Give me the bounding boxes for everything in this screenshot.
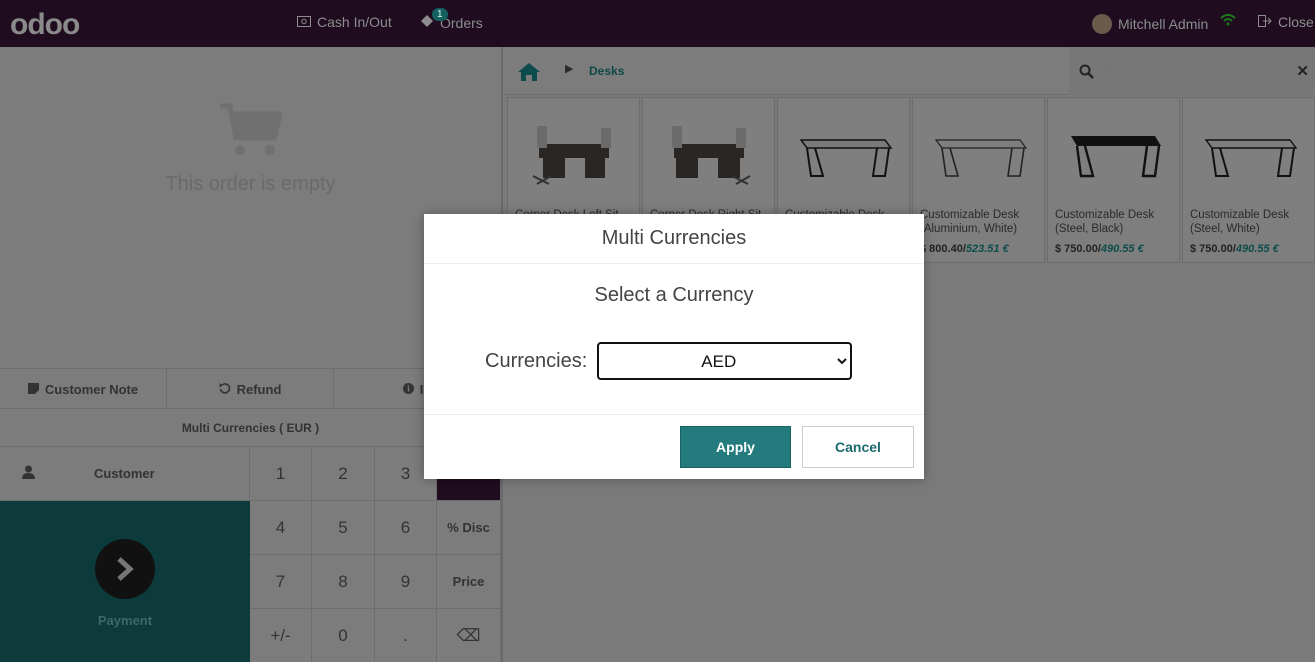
product-name: Customizable Desk (Aluminium, White) xyxy=(920,209,1020,235)
customer-note-label: Customer Note xyxy=(44,381,139,397)
empty-order-text: This order is empty xyxy=(165,173,336,195)
cancel-button[interactable]: Cancel xyxy=(802,426,914,468)
breadcrumb: ▶ Desks ✕ xyxy=(503,47,1315,95)
numpad: 1 2 3 4 5 6 % Disc 7 8 9 Price +/- 0 . ⌫ xyxy=(250,447,501,662)
numpad-key-1[interactable]: 1 xyxy=(250,447,312,501)
product-image xyxy=(793,104,895,200)
numpad-price-mode[interactable]: Price xyxy=(437,555,501,609)
close-button[interactable]: Close xyxy=(1258,14,1314,30)
numpad-key-0[interactable]: 0 xyxy=(312,609,375,662)
numpad-plus-minus[interactable]: +/- xyxy=(250,609,312,662)
search-icon xyxy=(1079,64,1094,79)
search-input[interactable] xyxy=(1100,65,1280,77)
numpad-key-2[interactable]: 2 xyxy=(312,447,375,501)
apply-button[interactable]: Apply xyxy=(680,426,791,468)
chevron-right-icon xyxy=(95,539,155,599)
product-image xyxy=(1198,104,1300,200)
numpad-backspace-icon[interactable]: ⌫ xyxy=(437,609,501,662)
numpad-key-5[interactable]: 5 xyxy=(312,501,375,555)
dialog-title: Multi Currencies xyxy=(424,214,924,264)
cash-in-out-label: Cash In/Out xyxy=(317,14,392,30)
user-icon xyxy=(22,465,36,482)
product-image xyxy=(1063,104,1165,200)
product-price: $ 750.00/490.55 € xyxy=(1190,243,1279,255)
product-card[interactable]: Customizable Desk (Steel, Black) $ 750.0… xyxy=(1047,97,1180,263)
numpad-key-4[interactable]: 4 xyxy=(250,501,312,555)
undo-icon xyxy=(219,382,231,397)
wifi-icon xyxy=(1220,14,1236,26)
dialog-footer: Apply Cancel xyxy=(424,414,924,479)
orders-count-badge: 1 xyxy=(432,8,448,21)
numpad-key-9[interactable]: 9 xyxy=(375,555,437,609)
product-name: Customizable Desk (Steel, Black) xyxy=(1055,209,1155,235)
customer-button[interactable]: Customer xyxy=(0,447,250,501)
product-price: $ 750.00/490.55 € xyxy=(1055,243,1144,255)
numpad-key-8[interactable]: 8 xyxy=(312,555,375,609)
caret-right-icon: ▶ xyxy=(565,63,574,75)
currency-row: Currencies: AED xyxy=(485,342,853,380)
product-card[interactable]: Customizable Desk (Steel, White) $ 750.0… xyxy=(1182,97,1315,263)
customer-label: Customer xyxy=(94,466,155,481)
customer-note-button[interactable]: Customer Note xyxy=(0,369,167,409)
search-box: ✕ xyxy=(1069,47,1315,95)
currencies-label: Currencies: xyxy=(485,349,588,372)
product-card[interactable]: Customizable Desk (Aluminium, White) $ 8… xyxy=(912,97,1045,263)
top-navbar: odoo Cash In/Out 1 Orders Mitchell Admin… xyxy=(0,0,1315,47)
price-eur: 523.51 € xyxy=(965,243,1009,255)
price-usd: $ 750.00/ xyxy=(1190,243,1236,255)
price-eur: 490.55 € xyxy=(1100,243,1144,255)
user-name: Mitchell Admin xyxy=(1118,16,1209,32)
refund-label: Refund xyxy=(236,381,282,397)
numpad-key-6[interactable]: 6 xyxy=(375,501,437,555)
numpad-discount-mode[interactable]: % Disc xyxy=(437,501,501,555)
user-menu[interactable]: Mitchell Admin xyxy=(1092,14,1208,34)
breadcrumb-desks[interactable]: Desks xyxy=(589,64,624,78)
cash-in-out-button[interactable]: Cash In/Out xyxy=(297,14,392,30)
price-eur: 490.55 € xyxy=(1235,243,1279,255)
multi-currencies-dialog: Multi Currencies Select a Currency Curre… xyxy=(424,214,924,479)
dialog-subtitle: Select a Currency xyxy=(594,284,754,306)
shopping-cart-icon xyxy=(218,102,284,157)
info-icon xyxy=(402,382,414,397)
odoo-logo: odoo xyxy=(10,8,80,41)
product-price: $ 800.40/523.51 € xyxy=(920,243,1009,255)
close-icon[interactable]: ✕ xyxy=(1296,62,1309,80)
product-image xyxy=(928,104,1030,200)
price-usd: $ 750.00/ xyxy=(1055,243,1101,255)
product-name: Customizable Desk (Steel, White) xyxy=(1190,209,1290,235)
product-image xyxy=(523,104,625,200)
note-icon xyxy=(27,382,39,397)
home-icon[interactable] xyxy=(517,62,541,82)
orders-button[interactable]: 1 Orders xyxy=(420,8,483,31)
numpad-decimal[interactable]: . xyxy=(375,609,437,662)
payment-button[interactable]: Payment xyxy=(0,501,250,662)
price-usd: $ 800.40/ xyxy=(920,243,966,255)
cash-icon xyxy=(297,14,311,30)
sign-out-icon xyxy=(1258,14,1272,30)
avatar xyxy=(1092,14,1112,34)
currency-select[interactable]: AED xyxy=(597,342,853,380)
product-image xyxy=(658,104,760,200)
refund-button[interactable]: Refund xyxy=(167,369,334,409)
close-label: Close xyxy=(1278,14,1314,30)
numpad-key-7[interactable]: 7 xyxy=(250,555,312,609)
payment-label: Payment xyxy=(97,613,153,628)
